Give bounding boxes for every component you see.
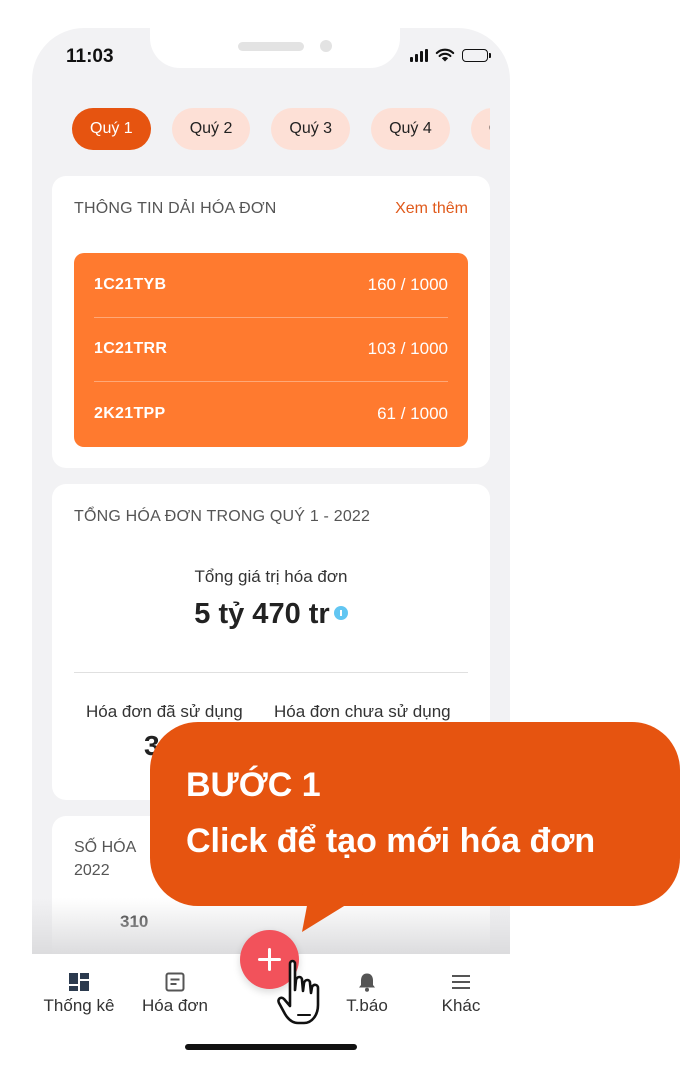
wifi-icon: [435, 48, 455, 62]
see-more-link[interactable]: Xem thêm: [395, 200, 468, 218]
phone-frame: 11:03 Quý 1 Quý 2 Quý 3 Quý 4 C THÔNG T: [32, 28, 510, 1078]
info-icon[interactable]: [333, 606, 348, 620]
used-invoices-label: Hóa đơn đã sử dụng: [86, 702, 243, 721]
callout-instruction: Click để tạo mới hóa đơn: [186, 822, 596, 860]
range-usage: 160 / 1000: [367, 274, 448, 294]
bell-icon: [359, 973, 375, 992]
callout-step-title: BƯỚC 1: [186, 766, 321, 804]
total-value-label: Tổng giá trị hóa đơn: [194, 567, 348, 586]
invoice-range-row[interactable]: 1C21TRR 103 / 1000: [94, 318, 448, 383]
battery-icon: [462, 48, 491, 62]
nav-item-more[interactable]: Khác: [411, 972, 510, 1016]
range-code: 2K21TPP: [94, 405, 166, 423]
divider: [74, 672, 468, 673]
callout-pointer-tail: [302, 890, 370, 932]
nav-label: Thống kê: [43, 996, 115, 1015]
range-code: 1C21TRR: [94, 340, 168, 358]
card-title-line1: SỐ HÓA: [74, 839, 137, 856]
card-title: TỔNG HÓA ĐƠN TRONG QUÝ 1 - 2022: [74, 508, 371, 525]
status-time: 11:03: [66, 46, 114, 67]
home-indicator: [185, 1044, 357, 1050]
nav-label: Khác: [441, 996, 481, 1015]
invoice-icon: [165, 972, 185, 992]
status-bar: 11:03: [32, 28, 510, 84]
status-icons: [410, 48, 491, 62]
total-value: 5 tỷ 470 tr: [194, 598, 330, 630]
range-usage: 103 / 1000: [367, 339, 448, 359]
card-title: THÔNG TIN DẢI HÓA ĐƠN: [74, 200, 277, 217]
tab-custom[interactable]: C: [470, 108, 490, 150]
invoice-range-row[interactable]: 1C21TYB 160 / 1000: [94, 253, 448, 318]
quarter-tabs: Quý 1 Quý 2 Quý 3 Quý 4 C: [72, 108, 490, 150]
tab-quarter-3[interactable]: Quý 3: [271, 108, 351, 150]
tab-quarter-1[interactable]: Quý 1: [72, 108, 151, 150]
unused-invoices-label: Hóa đơn chưa sử dụng: [274, 702, 451, 721]
nav-item-invoices[interactable]: Hóa đơn: [125, 972, 225, 1016]
tutorial-callout: BƯỚC 1 Click để tạo mới hóa đơn: [150, 722, 680, 906]
total-value-display: 5 tỷ 470 tr: [52, 598, 490, 631]
range-usage: 61 / 1000: [377, 404, 448, 424]
cellular-signal-icon: [410, 48, 428, 62]
nav-item-statistics[interactable]: Thống kê: [32, 972, 129, 1016]
tab-quarter-2[interactable]: Quý 2: [171, 108, 251, 150]
menu-icon: [452, 975, 470, 989]
pointer-hand-icon: [277, 959, 320, 1025]
tutorial-screen: 11:03 Quý 1 Quý 2 Quý 3 Quý 4 C THÔNG T: [0, 0, 680, 1088]
tab-quarter-4[interactable]: Quý 4: [371, 108, 450, 150]
invoice-ranges-card: THÔNG TIN DẢI HÓA ĐƠN Xem thêm 1C21TYB 1…: [52, 176, 490, 468]
dashboard-icon: [69, 973, 89, 991]
range-code: 1C21TYB: [94, 275, 167, 293]
invoice-range-row[interactable]: 2K21TPP 61 / 1000: [94, 382, 448, 447]
invoice-range-list: 1C21TYB 160 / 1000 1C21TRR 103 / 1000 2K…: [74, 253, 468, 447]
nav-label: Hóa đơn: [142, 996, 208, 1015]
card-title-line2: 2022: [74, 862, 110, 879]
